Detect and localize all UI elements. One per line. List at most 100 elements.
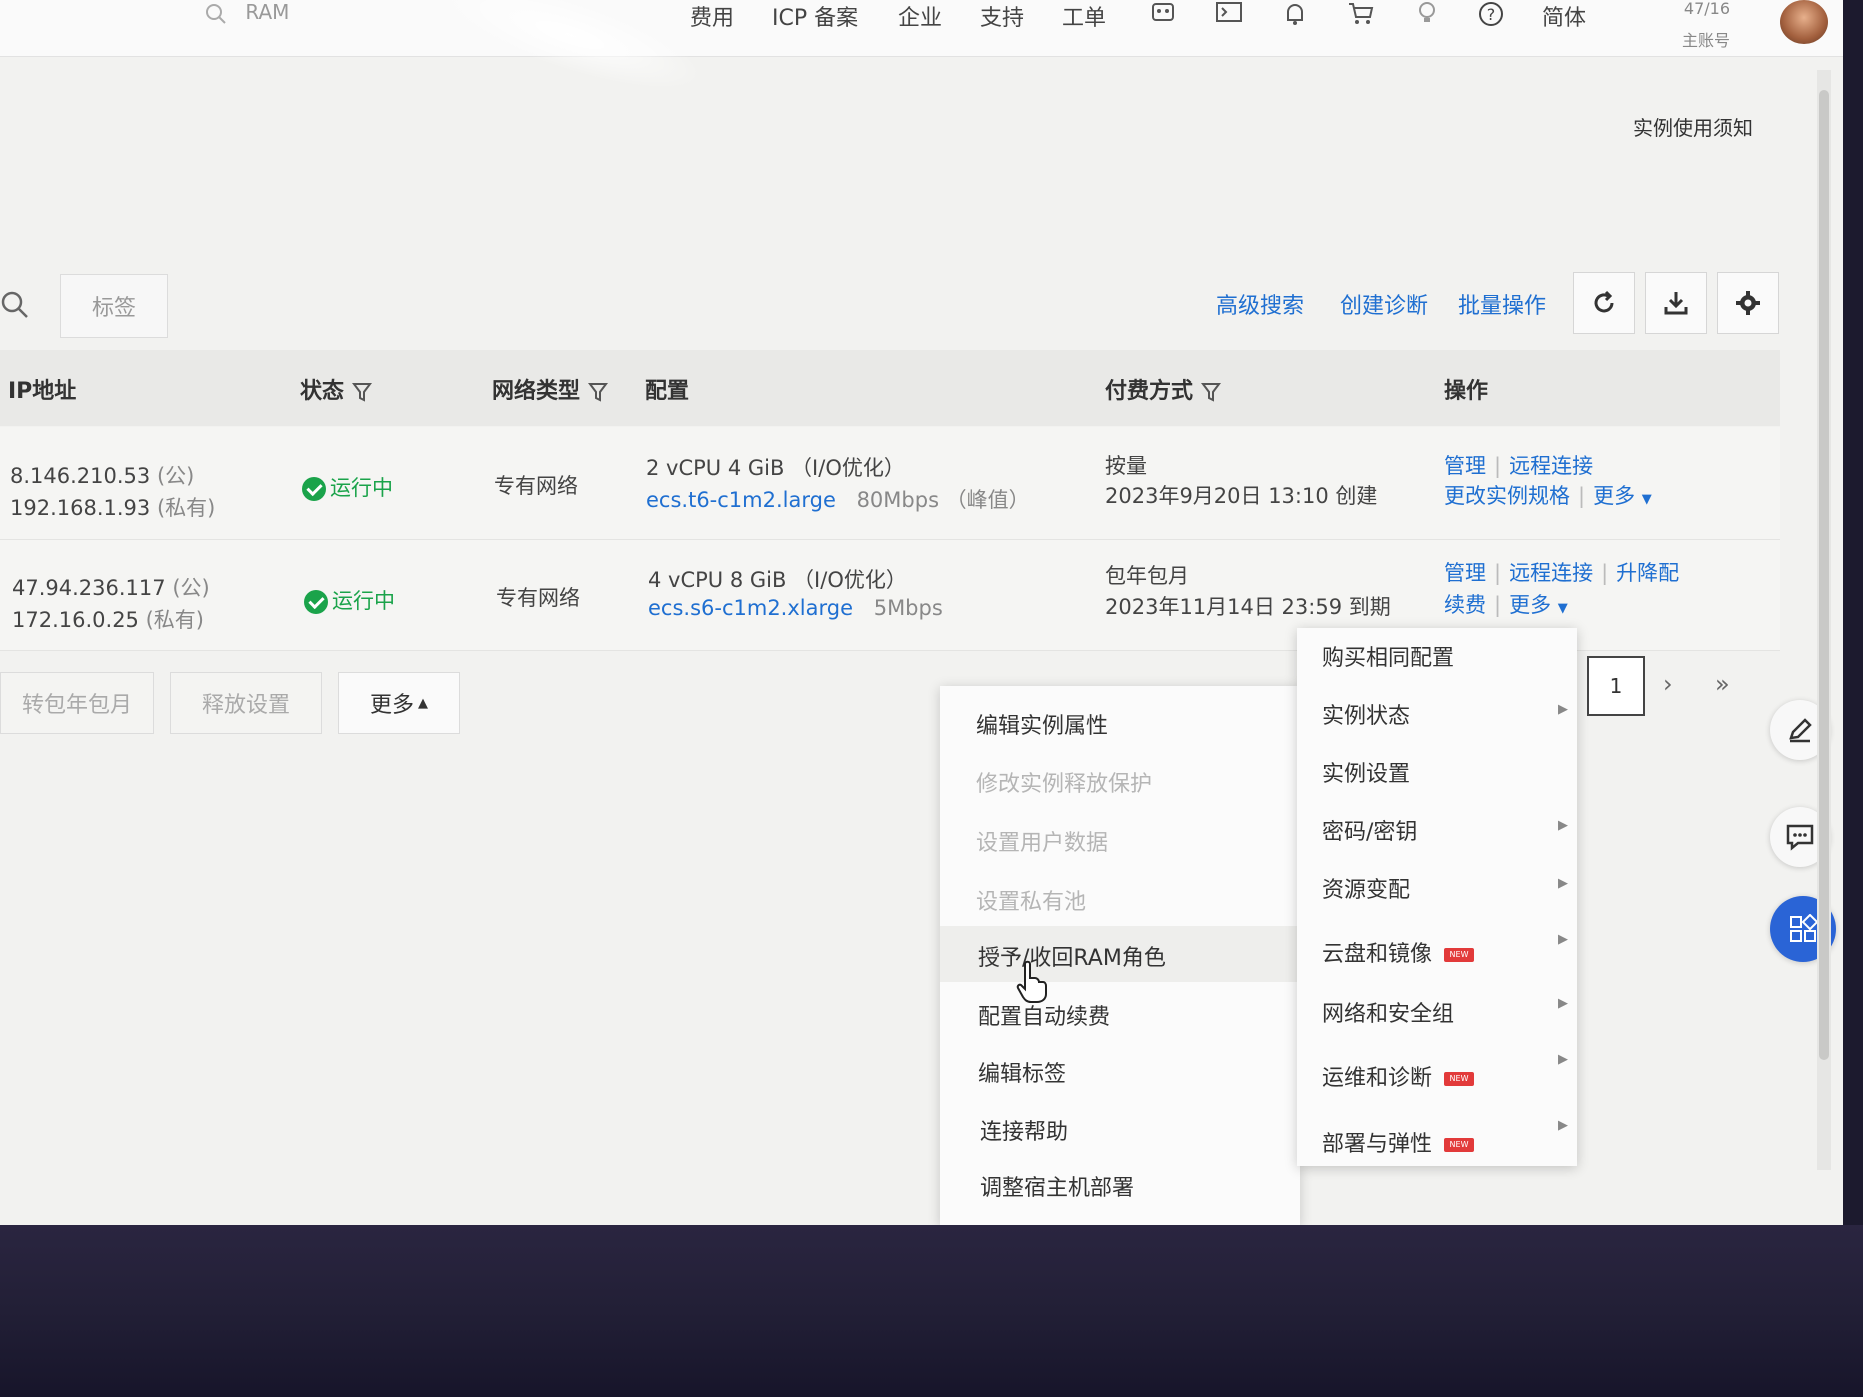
new-badge: NEW (1444, 1138, 1475, 1152)
search-input[interactable]: RAM (245, 0, 289, 24)
more-dropdown[interactable]: 更多 ▼ (1509, 593, 1568, 617)
ip-public-tag: (公) (156, 464, 195, 488)
nav-ticket[interactable]: 工单 (1062, 0, 1106, 32)
menu-item-release-protection[interactable]: 修改实例释放保护 (976, 766, 1152, 798)
status-badge: 运行中 (304, 585, 395, 615)
menu-item-connection-help[interactable]: 连接帮助 (980, 1114, 1068, 1146)
header-billing[interactable]: 付费方式 (1105, 373, 1222, 405)
filter-icon[interactable] (1201, 381, 1222, 403)
header-status-label: 状态 (300, 379, 345, 404)
header-network-label: 网络类型 (492, 379, 581, 404)
upgrade-downgrade-link[interactable]: 升降配 (1616, 561, 1679, 585)
row-actions-2: 更改实例规格 | 更多 ▼ (1444, 484, 1652, 508)
change-spec-link[interactable]: 更改实例规格 (1444, 484, 1570, 508)
menu-item-buy-same-config[interactable]: 购买相同配置 (1322, 640, 1454, 672)
download-button[interactable] (1645, 272, 1707, 334)
remote-connect-link[interactable]: 远程连接 (1509, 454, 1593, 478)
menu-item-private-pool[interactable]: 设置私有池 (976, 884, 1086, 916)
global-search[interactable]: RAM (205, 0, 289, 25)
nav-support[interactable]: 支持 (980, 0, 1024, 32)
filter-icon[interactable] (352, 381, 373, 403)
create-diagnosis-link[interactable]: 创建诊断 (1340, 288, 1428, 320)
convert-subscription-button[interactable]: 转包年包月 (0, 672, 154, 734)
ip-private-tag: (私有) (145, 608, 204, 632)
help-icon[interactable]: ? (1476, 0, 1506, 30)
menu-item-edit-instance-attributes[interactable]: 编辑实例属性 (976, 708, 1108, 740)
table-header (0, 350, 1780, 426)
bell-icon[interactable] (1280, 0, 1310, 30)
instance-type-link[interactable]: ecs.s6-c1m2.xlarge (648, 596, 853, 620)
terminal-icon[interactable] (1214, 0, 1244, 30)
submenu-arrow-icon: ▶ (1558, 1118, 1568, 1133)
status-text: 运行中 (332, 589, 395, 613)
avatar[interactable] (1780, 0, 1828, 44)
menu-item-ram-role[interactable]: 授予/收回RAM角色 (978, 940, 1166, 972)
page-scrollbar-thumb[interactable] (1819, 90, 1829, 1060)
gear-icon (1736, 291, 1760, 315)
nav-billing[interactable]: 费用 (690, 0, 734, 32)
ip-public: 8.146.210.53 (公) (10, 460, 194, 490)
caret-down-icon: ▼ (1557, 601, 1568, 616)
caret-down-icon: ▼ (1641, 492, 1652, 507)
ip-public-value: 47.94.236.117 (12, 576, 166, 600)
submenu-arrow-icon: ▶ (1558, 932, 1568, 947)
menu-item-adjust-host-deployment[interactable]: 调整宿主机部署 (980, 1170, 1134, 1202)
nav-enterprise[interactable]: 企业 (898, 0, 942, 32)
menu-item-ops-diagnosis[interactable]: 运维和诊断 NEW (1322, 1060, 1475, 1092)
row-actions-2: 续费 | 更多 ▼ (1444, 593, 1568, 617)
robot-icon[interactable] (1148, 0, 1178, 30)
menu-item-network-security[interactable]: 网络和安全组 (1322, 996, 1454, 1028)
bandwidth: 80Mbps （峰值） (856, 488, 1030, 512)
account-role: 主账号 (1681, 31, 1730, 50)
account-info[interactable]: 47/16 主账号 (1620, 0, 1730, 50)
menu-item-instance-status[interactable]: 实例状态 (1322, 698, 1410, 730)
ip-public-tag: (公) (172, 576, 210, 600)
monitor-bezel-background (0, 1225, 1863, 1397)
instance-usage-notice-link[interactable]: 实例使用须知 (1633, 112, 1753, 141)
release-settings-button[interactable]: 释放设置 (170, 672, 322, 734)
refresh-icon (1594, 290, 1614, 313)
ip-private: 192.168.1.93 (私有) (10, 492, 215, 522)
header-network[interactable]: 网络类型 (492, 373, 609, 405)
ip-private-tag: (私有) (156, 496, 216, 520)
instance-spec: 2 vCPU 4 GiB （I/O优化） (646, 456, 905, 480)
billing-date: 2023年9月20日 13:10 创建 (1105, 484, 1378, 508)
batch-operation-link[interactable]: 批量操作 (1458, 288, 1546, 320)
check-circle-icon (302, 477, 326, 501)
manage-link[interactable]: 管理 (1444, 454, 1486, 478)
refresh-button[interactable] (1573, 272, 1635, 334)
instance-type-link[interactable]: ecs.t6-c1m2.large (646, 488, 836, 512)
next-page-icon[interactable]: › (1663, 670, 1673, 698)
menu-item-instance-settings[interactable]: 实例设置 (1322, 756, 1410, 788)
submenu-arrow-icon: ▶ (1558, 702, 1568, 717)
more-dropdown[interactable]: 更多 ▼ (1593, 484, 1652, 508)
menu-item-deploy-elastic-label: 部署与弹性 (1322, 1132, 1433, 1157)
menu-item-edit-tags[interactable]: 编辑标签 (978, 1056, 1066, 1088)
bulk-more-label: 更多 (369, 693, 414, 718)
header-actions: 操作 (1444, 379, 1489, 404)
settings-button[interactable] (1717, 272, 1779, 334)
menu-item-password-key[interactable]: 密码/密钥 (1322, 814, 1417, 846)
page-number-current[interactable]: 1 (1587, 656, 1645, 716)
cart-icon[interactable] (1346, 0, 1376, 30)
menu-item-disk-image[interactable]: 云盘和镜像 NEW (1322, 936, 1475, 968)
header-status[interactable]: 状态 (300, 373, 373, 405)
filter-icon[interactable] (588, 381, 609, 403)
tag-filter-button[interactable]: 标签 (60, 274, 168, 338)
submenu-arrow-icon: ▶ (1558, 818, 1568, 833)
bulk-more-button[interactable]: 更多 ▲ (338, 672, 460, 734)
table-search-button[interactable] (0, 272, 40, 340)
language-switch[interactable]: 简体 (1542, 0, 1586, 32)
menu-item-resource-change[interactable]: 资源变配 (1322, 872, 1410, 904)
renew-link[interactable]: 续费 (1444, 593, 1486, 617)
instance-type-line: ecs.t6-c1m2.large 80Mbps （峰值） (646, 484, 1030, 514)
remote-connect-link[interactable]: 远程连接 (1509, 561, 1593, 585)
search-icon (206, 3, 226, 24)
lightbulb-icon[interactable] (1412, 0, 1442, 30)
menu-item-user-data[interactable]: 设置用户数据 (976, 825, 1108, 857)
nav-icp[interactable]: ICP 备案 (772, 0, 858, 32)
advanced-search-link[interactable]: 高级搜索 (1216, 288, 1304, 320)
last-page-icon[interactable]: » (1715, 670, 1730, 698)
menu-item-deploy-elastic[interactable]: 部署与弹性 NEW (1322, 1126, 1475, 1158)
manage-link[interactable]: 管理 (1444, 561, 1486, 585)
